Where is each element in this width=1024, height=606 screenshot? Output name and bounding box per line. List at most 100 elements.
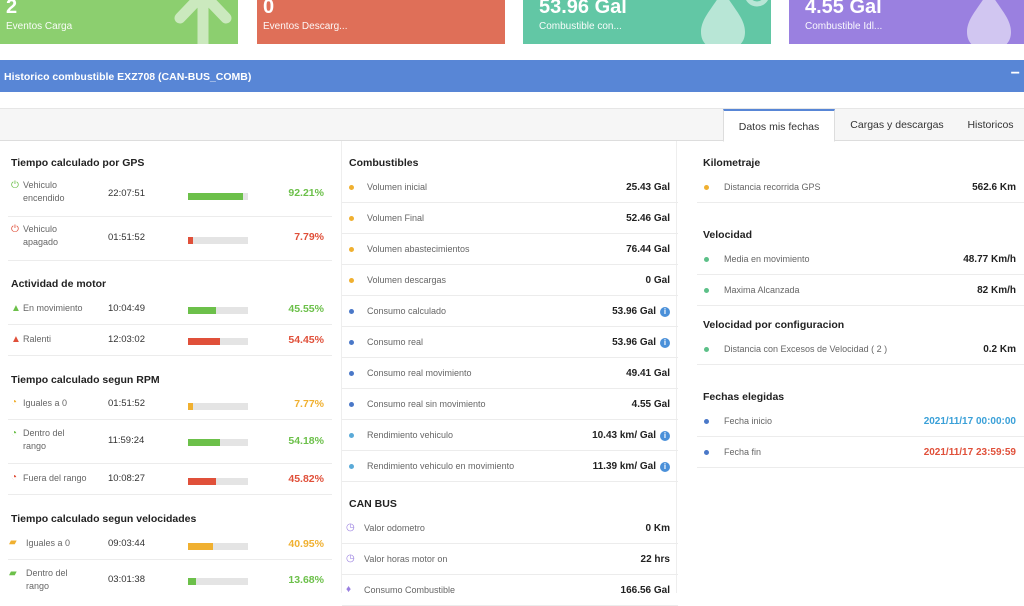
info-icon[interactable]: i — [660, 306, 670, 317]
row-time: 11:59:24 — [108, 435, 145, 446]
section-title: Tiempo calculado segun velocidades — [11, 513, 197, 525]
row-label: Vehiculo encendido — [23, 180, 65, 203]
row-label: Rendimiento vehiculo en movimiento — [367, 460, 515, 471]
list-item: ▰ Dentro del rango 03:01:38 13.68% — [8, 560, 332, 600]
row-time: 09:03:44 — [108, 538, 145, 549]
row-value: 76.44 Gal — [626, 243, 670, 255]
bullet-icon — [704, 287, 709, 293]
list-item: Rendimiento vehiculo 10.43 km/ Gal i — [342, 420, 678, 451]
list-item: ◷ Valor horas motor on 22 hrs — [342, 544, 678, 575]
clock-icon: ◷ — [346, 521, 355, 533]
row-label: Consumo real — [367, 336, 424, 347]
section-title: Tiempo calculado segun RPM — [11, 374, 160, 386]
progress-bar — [188, 403, 248, 410]
row-percent: 13.68% — [288, 574, 324, 586]
row-percent: 7.77% — [294, 398, 324, 410]
list-item: Consumo real sin movimiento 4.55 Gal — [342, 389, 678, 420]
row-value: 166.56 Gal — [620, 584, 670, 596]
list-item: ◔ Iguales a 0 01:51:52 7.77% — [8, 389, 332, 420]
row-percent: 40.95% — [288, 538, 324, 550]
tab-cargas-descargas[interactable]: Cargas y descargas — [837, 109, 957, 142]
row-label: Fecha fin — [724, 446, 762, 457]
section-title: Velocidad — [703, 229, 753, 241]
list-item: ◔ Dentro del rango 11:59:24 54.18% — [8, 420, 332, 464]
row-label: Media en movimiento — [724, 253, 810, 264]
bullet-icon — [704, 256, 709, 262]
list-item: Fecha inicio 2021/11/17 00:00:00 — [697, 406, 1024, 437]
list-item: Volumen descargas 0 Gal — [342, 265, 678, 296]
tab-historicos[interactable]: Historicos — [957, 109, 1024, 142]
row-label: Ralenti — [23, 334, 52, 344]
row-value: 4.55 Gal — [631, 398, 670, 410]
list-item: Consumo real movimiento 49.41 Gal — [342, 358, 678, 389]
bullet-icon — [349, 432, 354, 438]
info-icon[interactable]: i — [660, 337, 670, 348]
section-title: Fechas elegidas — [703, 391, 785, 403]
row-label: Fecha inicio — [724, 415, 773, 426]
row-value: 25.43 Gal — [626, 181, 670, 193]
row-value: 0.2 Km — [983, 343, 1016, 355]
card-label: Combustible Idl... — [805, 21, 883, 32]
bullet-icon — [349, 184, 354, 190]
list-item: Distancia con Excesos de Velocidad ( 2 )… — [697, 334, 1024, 365]
summary-cards: 2 Eventos Carga 0 Eventos Descarg... 53.… — [0, 0, 1024, 44]
row-label: Vehiculo apagado — [23, 224, 59, 247]
row-value: 53.96 Gal — [612, 305, 656, 317]
truck-icon: ▰ — [9, 537, 17, 548]
row-value: 2021/11/17 23:59:59 — [923, 446, 1016, 458]
row-label: Consumo Combustible — [364, 584, 456, 595]
row-value: 48.77 Km/h — [963, 253, 1016, 265]
card-label: Eventos Descarg... — [263, 21, 348, 32]
list-item: Media en movimiento 48.77 Km/h — [697, 244, 1024, 275]
row-label: Volumen abastecimientos — [367, 243, 470, 254]
card-value: 4.55 Gal — [805, 0, 882, 18]
card-eventos-carga[interactable]: 2 Eventos Carga — [0, 0, 238, 44]
progress-bar — [188, 338, 248, 345]
list-item: Volumen abastecimientos 76.44 Gal — [342, 234, 678, 265]
row-time: 10:04:49 — [108, 303, 145, 314]
row-label: Valor horas motor on — [364, 553, 448, 564]
progress-bar — [188, 578, 248, 585]
row-value: 0 Km — [645, 522, 670, 534]
section-title: CAN BUS — [349, 498, 397, 510]
row-percent: 54.45% — [288, 334, 324, 346]
card-eventos-descarga[interactable]: 0 Eventos Descarg... — [257, 0, 505, 44]
clock-icon: ♦ — [346, 583, 352, 595]
row-label: Valor odometro — [364, 522, 425, 533]
info-icon[interactable]: i — [660, 461, 670, 472]
clock-icon: ◷ — [346, 552, 355, 564]
list-item: Volumen inicial 25.43 Gal — [342, 172, 678, 203]
list-item: Rendimiento vehiculo en movimiento 11.39 … — [342, 451, 678, 482]
row-label: Dentro del rango — [23, 428, 65, 451]
bullet-icon — [349, 339, 354, 345]
bullet-icon — [349, 215, 354, 221]
row-time: 22:07:51 — [108, 188, 145, 199]
list-item: Maxima Alcanzada 82 Km/h — [697, 275, 1024, 306]
progress-bar — [188, 193, 248, 200]
tab-datos-mis-fechas[interactable]: Datos mis fechas — [723, 109, 835, 142]
info-icon[interactable]: i — [660, 430, 670, 441]
row-label: Volumen descargas — [367, 274, 447, 285]
row-label: Rendimiento vehiculo — [367, 429, 454, 440]
bullet-icon — [704, 184, 709, 190]
progress-bar — [188, 237, 248, 244]
row-label: Iguales a 0 — [26, 538, 71, 548]
section-title: Actividad de motor — [11, 278, 107, 290]
row-value: 0 Gal — [645, 274, 670, 286]
row-label: Volumen Final — [367, 212, 425, 223]
row-label: Volumen inicial — [367, 181, 428, 192]
card-combustible-consumido[interactable]: 53.96 Gal Combustible con... — [523, 0, 771, 44]
list-item: ◷ Valor odometro 0 Km — [342, 513, 678, 544]
minimize-button[interactable]: − — [1011, 65, 1020, 83]
gauge-icon: ◔ — [11, 472, 18, 483]
tab-bar: Datos mis fechas Cargas y descargas Hist… — [0, 108, 1024, 142]
list-item: ▲ En movimiento 10:04:49 45.55% — [8, 294, 332, 325]
list-item: ▰ Iguales a 0 09:03:44 40.95% — [8, 529, 332, 560]
card-value: 0 — [263, 0, 275, 18]
progress-bar — [188, 307, 248, 314]
bullet-icon — [349, 370, 354, 376]
row-value: 49.41 Gal — [626, 367, 670, 379]
card-combustible-idle[interactable]: 4.55 Gal Combustible Idl... — [789, 0, 1024, 44]
section-title: Velocidad por configuracion — [703, 319, 845, 331]
truck-icon: ▰ — [9, 568, 17, 579]
